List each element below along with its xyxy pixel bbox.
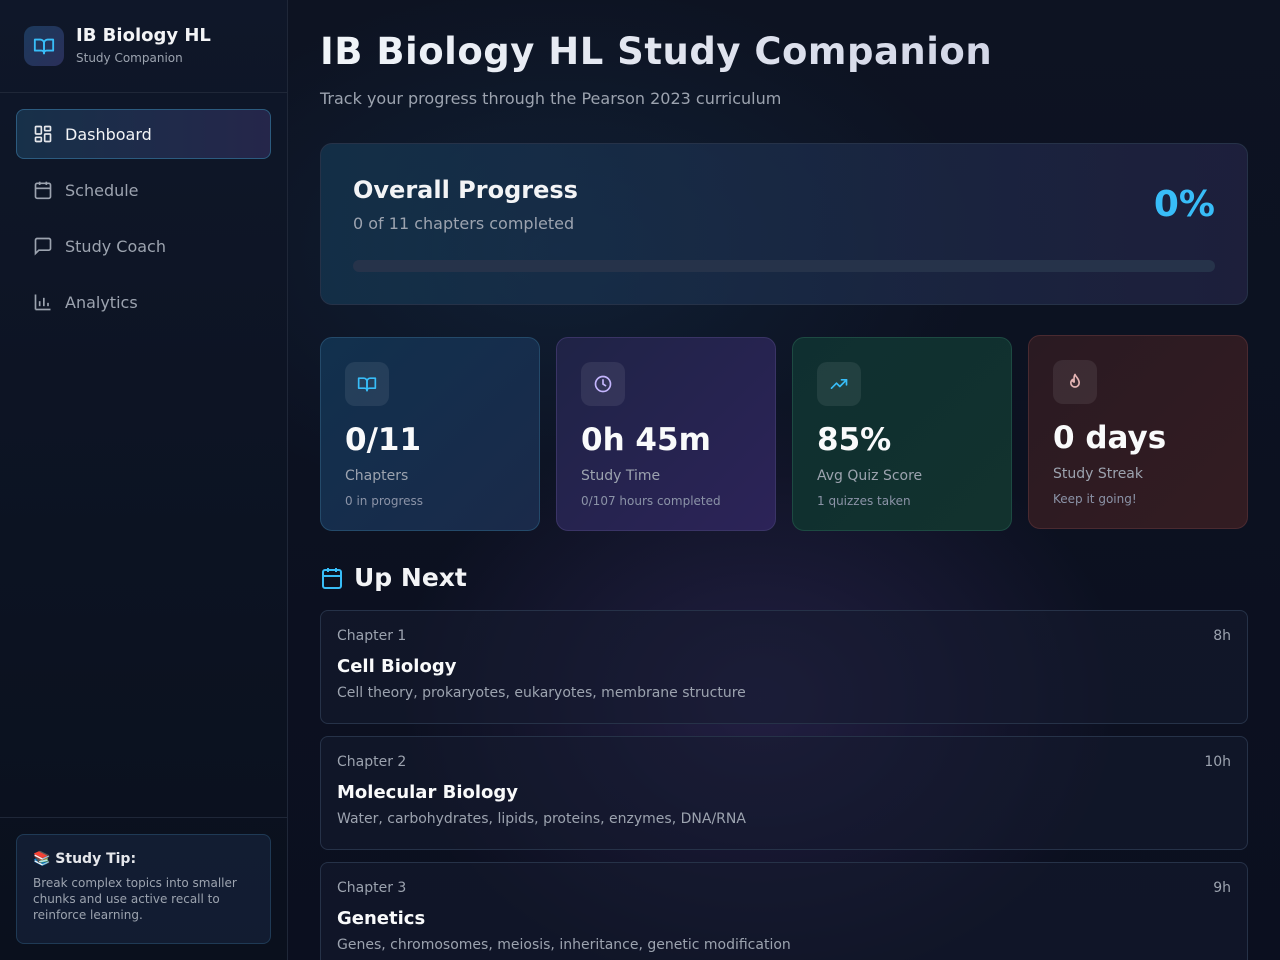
sidebar-item-analytics[interactable]: Analytics bbox=[16, 277, 271, 327]
chapter-hours: 9h bbox=[1213, 880, 1231, 896]
stat-label: Study Time bbox=[581, 468, 661, 484]
stat-note: 0/107 hours completed bbox=[581, 494, 721, 508]
sidebar-item-dashboard[interactable]: Dashboard bbox=[16, 109, 271, 159]
clock-icon bbox=[581, 362, 625, 406]
calendar-icon bbox=[322, 567, 342, 589]
sidebar-item-label: Analytics bbox=[65, 292, 138, 312]
main-content: IB Biology HL Study Companion Track your… bbox=[320, 0, 1248, 960]
chapter-name: Molecular Biology bbox=[337, 782, 519, 803]
stat-value: 0 days bbox=[1053, 420, 1167, 456]
study-tip-text: Break complex topics into smaller chunks… bbox=[33, 876, 237, 922]
stat-label: Study Streak bbox=[1053, 466, 1143, 482]
sidebar-item-label: Dashboard bbox=[65, 124, 152, 144]
progress-subtitle: 0 of 11 chapters completed bbox=[353, 214, 575, 233]
book-icon bbox=[345, 362, 389, 406]
chapter-number: Chapter 3 bbox=[337, 880, 407, 896]
sidebar-item-schedule[interactable]: Schedule bbox=[16, 165, 271, 215]
brand-subtitle: Study Companion bbox=[76, 51, 183, 65]
brand-title: IB Biology HL bbox=[76, 25, 211, 46]
stat-note: 0 in progress bbox=[345, 494, 424, 508]
sidebar-item-study-coach[interactable]: Study Coach bbox=[16, 221, 271, 271]
flame-icon bbox=[1053, 360, 1097, 404]
stat-value: 85% bbox=[817, 422, 892, 458]
stat-card-quiz-score: 85% Avg Quiz Score 1 quizzes taken bbox=[792, 337, 1012, 531]
sidebar-item-label: Schedule bbox=[65, 180, 139, 200]
stat-note: 1 quizzes taken bbox=[817, 494, 911, 508]
chapter-card[interactable]: Chapter 2 10h Molecular Biology Water, c… bbox=[320, 736, 1248, 850]
stat-label: Avg Quiz Score bbox=[817, 468, 923, 484]
page-title: IB Biology HL Study Companion bbox=[320, 30, 1248, 74]
book-icon bbox=[24, 26, 64, 66]
study-tip-section: 📚 Study Tip: Break complex topics into s… bbox=[0, 817, 287, 960]
sidebar: IB Biology HL Study Companion Dashboard … bbox=[0, 0, 288, 960]
page-subtitle: Track your progress through the Pearson … bbox=[320, 89, 782, 108]
chat-icon bbox=[34, 237, 52, 256]
stat-label: Chapters bbox=[345, 468, 409, 484]
chapter-hours: 8h bbox=[1213, 628, 1231, 644]
chapter-hours: 10h bbox=[1204, 754, 1231, 770]
stat-card-chapters: 0/11 Chapters 0 in progress bbox=[320, 337, 540, 531]
trend-icon bbox=[817, 362, 861, 406]
study-tip-card: 📚 Study Tip: Break complex topics into s… bbox=[16, 834, 271, 944]
progress-bar bbox=[353, 260, 1215, 272]
up-next-header: Up Next bbox=[320, 563, 1248, 592]
progress-title: Overall Progress bbox=[353, 176, 578, 204]
stat-card-study-streak: 0 days Study Streak Keep it going! bbox=[1028, 335, 1248, 529]
chapter-number: Chapter 1 bbox=[337, 628, 407, 644]
chapter-name: Genetics bbox=[337, 908, 426, 929]
progress-percent: 0% bbox=[1153, 184, 1215, 225]
up-next-title: Up Next bbox=[354, 563, 467, 592]
stat-value: 0h 45m bbox=[581, 422, 711, 458]
chapter-number: Chapter 2 bbox=[337, 754, 407, 770]
dashboard-icon bbox=[34, 125, 52, 143]
sidebar-item-label: Study Coach bbox=[65, 236, 166, 256]
stat-card-study-time: 0h 45m Study Time 0/107 hours completed bbox=[556, 337, 776, 531]
bar-chart-icon bbox=[34, 294, 51, 311]
sidebar-nav: Dashboard Schedule Study Coach Analytics bbox=[0, 93, 287, 349]
stats-row: 0/11 Chapters 0 in progress 0h 45m Study… bbox=[320, 335, 1248, 531]
brand: IB Biology HL Study Companion bbox=[0, 0, 287, 93]
chapter-description: Cell theory, prokaryotes, eukaryotes, me… bbox=[337, 685, 746, 701]
calendar-icon bbox=[34, 181, 52, 200]
chapter-card[interactable]: Chapter 1 8h Cell Biology Cell theory, p… bbox=[320, 610, 1248, 724]
chapter-description: Genes, chromosomes, meiosis, inheritance… bbox=[337, 937, 791, 953]
stat-note: Keep it going! bbox=[1053, 492, 1137, 506]
stat-value: 0/11 bbox=[345, 422, 422, 458]
study-tip-title: 📚 Study Tip: bbox=[33, 851, 137, 867]
chapter-name: Cell Biology bbox=[337, 656, 457, 677]
chapter-description: Water, carbohydrates, lipids, proteins, … bbox=[337, 811, 746, 827]
overall-progress-card: Overall Progress 0 of 11 chapters comple… bbox=[320, 143, 1248, 305]
chapter-card[interactable]: Chapter 3 9h Genetics Genes, chromosomes… bbox=[320, 862, 1248, 960]
